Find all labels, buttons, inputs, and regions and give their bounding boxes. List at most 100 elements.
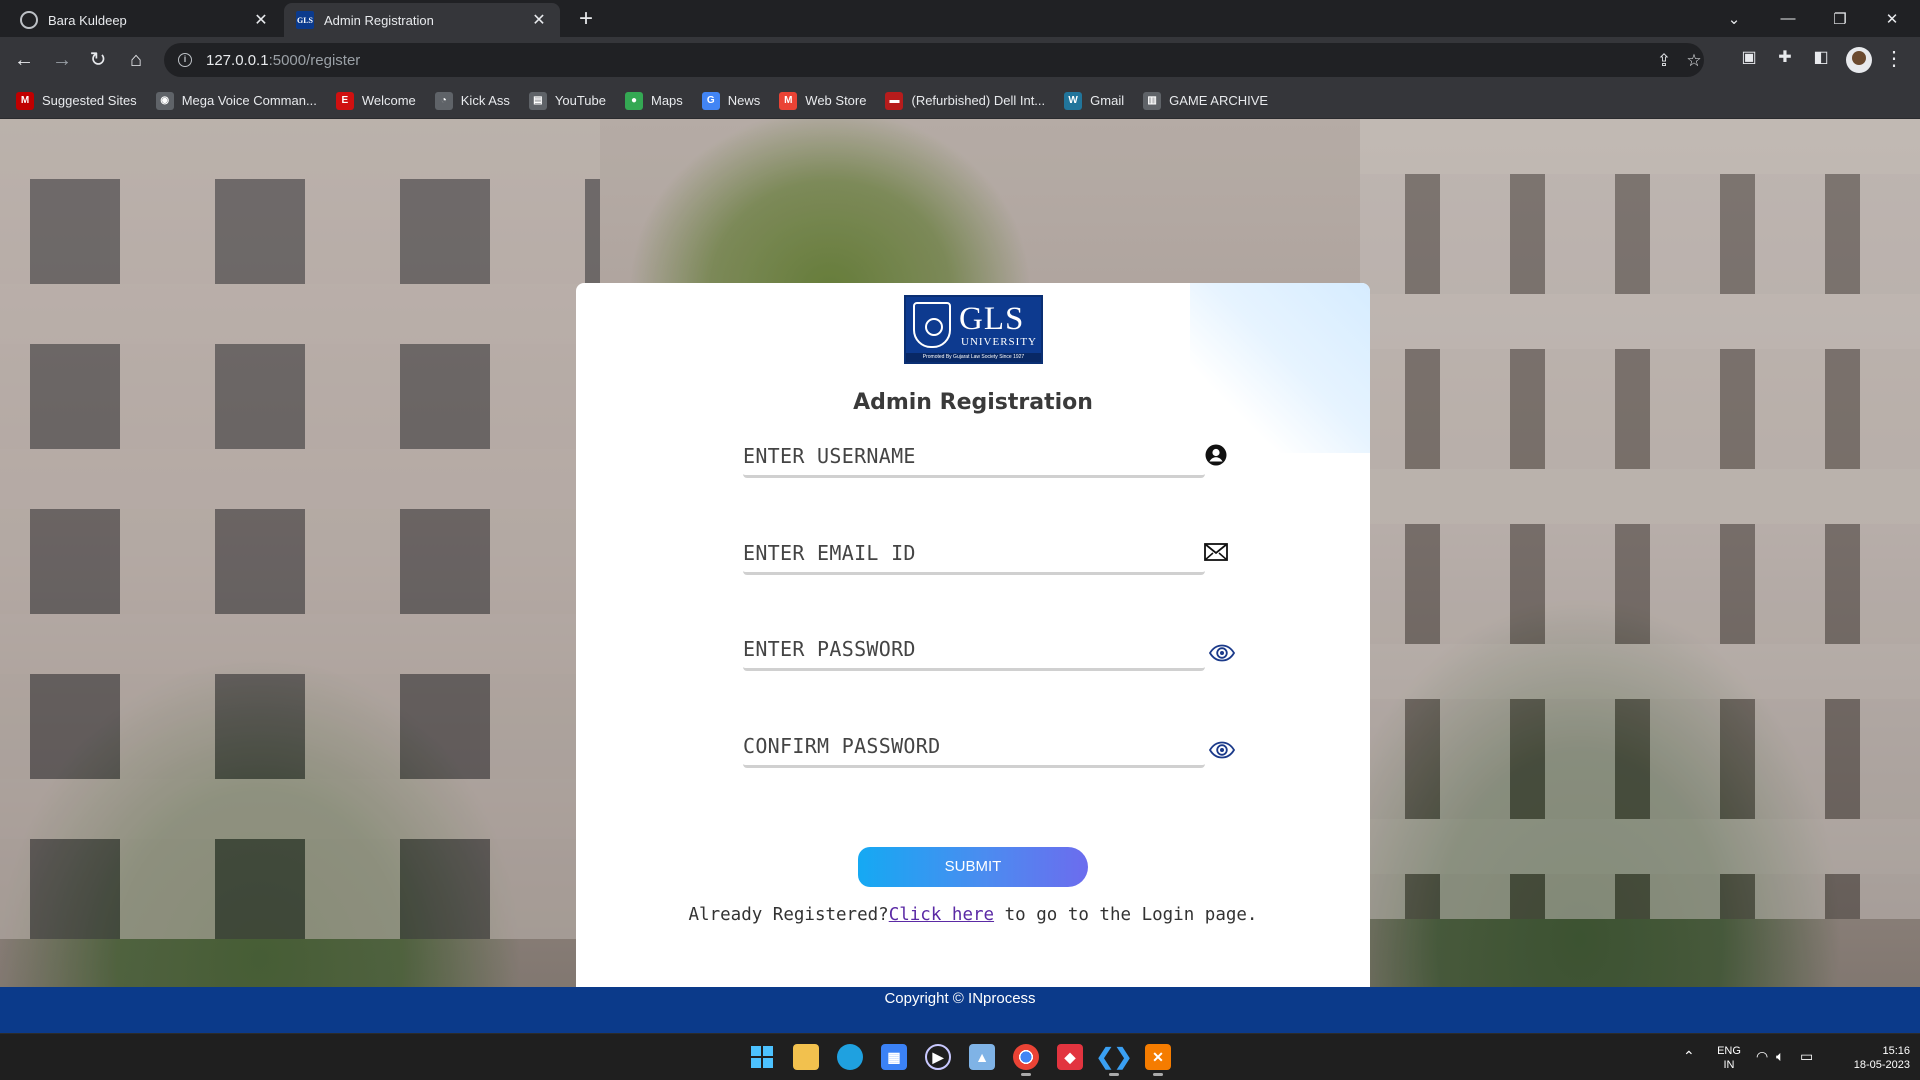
media-player-icon[interactable]: ▶ xyxy=(925,1044,951,1070)
bookmarks-bar: M Suggested Sites ◉ Mega Voice Comman... E We… xyxy=(0,83,1920,119)
logo-text: GLS xyxy=(959,301,1025,337)
url-path: :5000/register xyxy=(268,51,361,69)
tab-admin-registration[interactable]: GLS Admin Registration ✕ xyxy=(284,3,560,37)
clock-time: 15:16 xyxy=(1882,1044,1910,1057)
browser-menu-icon[interactable]: ⋮ xyxy=(1884,46,1904,71)
show-confirm-password-eye-icon[interactable] xyxy=(1209,738,1235,762)
bookmark-kick-ass[interactable]: ◔ Kick Ass xyxy=(434,91,510,110)
login-link[interactable]: Click here xyxy=(889,905,994,925)
tab-search-icon[interactable]: ⌄ xyxy=(1708,0,1760,37)
bookmark-label: News xyxy=(727,93,761,108)
anydesk-icon[interactable]: ◆ xyxy=(1057,1044,1083,1070)
vscode-icon[interactable]: ❮❯ xyxy=(1096,1044,1132,1076)
username-placeholder: ENTER USERNAME xyxy=(743,444,916,468)
new-tab-button[interactable]: + xyxy=(572,6,600,34)
restore-button[interactable]: ❐ xyxy=(1814,0,1866,37)
minimize-button[interactable]: — xyxy=(1762,0,1814,37)
volume-icon[interactable]: 🔈︎ xyxy=(1776,1048,1784,1065)
bookmark-gmail[interactable]: W Gmail xyxy=(1064,91,1125,110)
file-explorer-icon[interactable] xyxy=(793,1044,819,1070)
youtube-icon: ▤ xyxy=(528,91,547,110)
gls-university-logo: GLS UNIVERSITY Promoted By Gujarat Law S… xyxy=(904,295,1043,364)
language-code: ENG xyxy=(1717,1044,1741,1057)
bookmark-welcome[interactable]: E Welcome xyxy=(335,91,416,110)
bookmark-label: Gmail xyxy=(1090,93,1125,108)
maps-icon: ● xyxy=(624,91,643,110)
page-title: Admin Registration xyxy=(853,390,1093,415)
bookmark-label: YouTube xyxy=(554,93,606,108)
edge-icon[interactable] xyxy=(837,1044,863,1070)
extensions-puzzle-icon[interactable]: ✚ xyxy=(1774,47,1796,69)
close-window-button[interactable]: ✕ xyxy=(1866,0,1918,37)
password-placeholder: ENTER PASSWORD xyxy=(743,637,916,661)
bookmark-suggested-sites[interactable]: M Suggested Sites xyxy=(16,91,137,110)
clock-date: 18-05-2023 xyxy=(1853,1058,1910,1071)
bookmark-label: Welcome xyxy=(361,93,416,108)
tab-title: Admin Registration xyxy=(324,12,434,28)
share-icon[interactable]: ⇪ xyxy=(1654,51,1674,71)
back-button[interactable]: ← xyxy=(10,46,38,74)
windows-start-icon[interactable] xyxy=(749,1044,775,1070)
bookmark-star-icon[interactable]: ☆ xyxy=(1684,51,1704,71)
username-input[interactable]: ENTER USERNAME xyxy=(743,440,1205,478)
suggested-sites-icon: M xyxy=(16,91,34,110)
password-input[interactable]: ENTER PASSWORD xyxy=(743,633,1205,671)
tab-title: Bara Kuldeep xyxy=(48,12,127,28)
browser-toolbar: ← → ↻ ⌂ i 127.0.0.1:5000/register ⇪ ☆ ▣ … xyxy=(0,37,1920,83)
page-footer: Copyright © INprocess xyxy=(0,987,1920,1033)
bookmark-refurbished-dell-int[interactable]: ▬ (Refurbished) Dell Int... xyxy=(885,91,1046,110)
chrome-icon[interactable] xyxy=(1013,1044,1039,1076)
battery-icon[interactable]: ▭ xyxy=(1800,1048,1813,1065)
submit-button[interactable]: SUBMIT xyxy=(858,847,1088,887)
bookmark-label: Maps xyxy=(650,93,683,108)
user-icon xyxy=(1203,443,1229,467)
address-bar[interactable]: i 127.0.0.1:5000/register ⇪ ☆ xyxy=(164,43,1704,77)
car-icon: ▬ xyxy=(885,91,904,110)
archive-icon: ▥ xyxy=(1143,91,1162,110)
language-indicator[interactable]: ENG IN xyxy=(1712,1034,1746,1080)
email-input[interactable]: ENTER EMAIL ID xyxy=(743,537,1205,575)
extension-icon[interactable]: ▣ xyxy=(1738,47,1760,69)
bookmark-web-store[interactable]: M Web Store xyxy=(779,91,866,110)
bookmark-label: (Refurbished) Dell Int... xyxy=(911,93,1046,108)
kickass-icon: ◔ xyxy=(434,91,453,110)
close-tab-icon[interactable]: ✕ xyxy=(252,10,270,30)
side-panel-icon[interactable]: ◧ xyxy=(1810,47,1832,69)
login-prompt-suffix: to go to the Login page. xyxy=(994,905,1258,925)
clock[interactable]: 15:16 18-05-2023 xyxy=(1830,1034,1910,1080)
xampp-icon[interactable]: ✕ xyxy=(1145,1044,1171,1076)
globe-icon xyxy=(20,11,38,29)
bookmark-mega-voice-comman[interactable]: ◉ Mega Voice Comman... xyxy=(155,91,317,110)
bookmark-youtube[interactable]: ▤ YouTube xyxy=(528,91,606,110)
site-info-icon[interactable]: i xyxy=(178,53,192,67)
already-registered-text: Already Registered? xyxy=(688,905,889,925)
show-hidden-icons-chevron[interactable]: ⌃ xyxy=(1683,1048,1695,1065)
show-password-eye-icon[interactable] xyxy=(1209,641,1235,665)
photos-icon[interactable]: ▲ xyxy=(969,1044,995,1070)
bookmark-label: Kick Ass xyxy=(460,93,510,108)
profile-avatar[interactable] xyxy=(1846,47,1872,73)
forward-button[interactable]: → xyxy=(48,46,76,74)
url-host: 127.0.0.1 xyxy=(206,51,269,69)
logo-tagline: Promoted By Gujarat Law Society Since 19… xyxy=(906,353,1041,362)
bookmark-label: GAME ARCHIVE xyxy=(1169,93,1269,108)
confirm-password-input[interactable]: CONFIRM PASSWORD xyxy=(743,730,1205,768)
microsoft-store-icon[interactable]: ▦ xyxy=(881,1044,907,1070)
voice-icon: ◉ xyxy=(155,91,174,110)
region-code: IN xyxy=(1723,1058,1735,1071)
home-button[interactable]: ⌂ xyxy=(122,46,150,74)
tab-strip: Bara Kuldeep ✕ GLS Admin Registration ✕ … xyxy=(0,0,1920,37)
gmail-store-icon: M xyxy=(779,91,798,110)
reload-button[interactable]: ↻ xyxy=(84,46,112,74)
welcome-icon: E xyxy=(335,91,354,110)
bookmark-game-archive[interactable]: ▥ GAME ARCHIVE xyxy=(1143,91,1269,110)
close-tab-icon[interactable]: ✕ xyxy=(530,10,548,30)
bookmark-maps[interactable]: ● Maps xyxy=(624,91,683,110)
bookmark-label: Mega Voice Comman... xyxy=(181,93,317,108)
login-prompt: Already Registered?Click here to go to t… xyxy=(576,905,1370,925)
copyright-text: Copyright © INprocess xyxy=(884,990,1036,1007)
tab-bara-kuldeep[interactable]: Bara Kuldeep ✕ xyxy=(8,3,282,37)
gls-favicon: GLS xyxy=(296,11,314,29)
bookmark-news[interactable]: G News xyxy=(701,91,761,110)
wifi-icon[interactable]: ◠ xyxy=(1756,1048,1768,1065)
